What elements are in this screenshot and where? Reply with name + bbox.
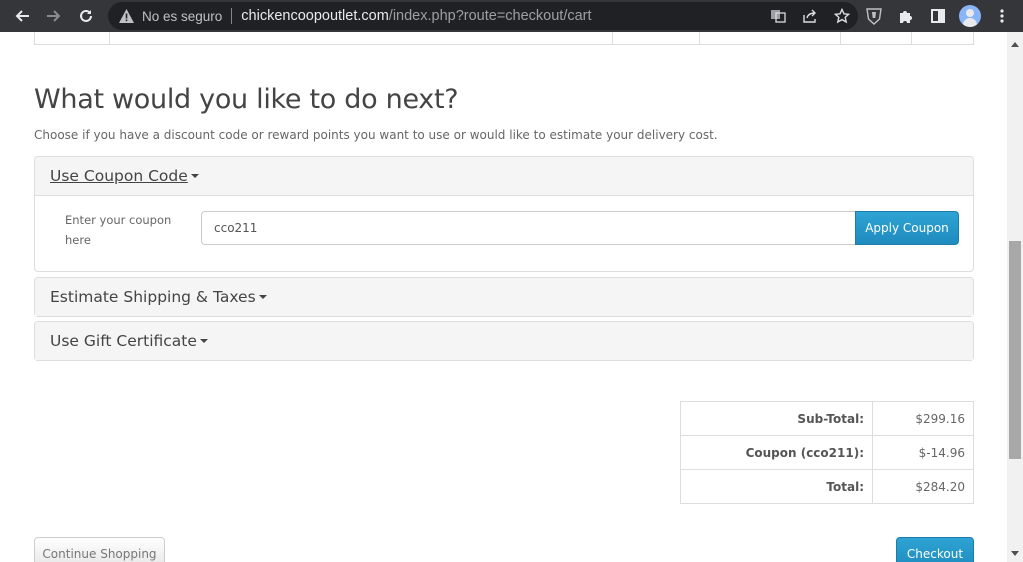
coupon-panel-heading[interactable]: Use Coupon Code [50, 167, 188, 185]
back-icon [15, 10, 29, 22]
coupon-panel-body: Enter your coupon here Apply Coupon [35, 195, 973, 271]
bookmark-star-icon[interactable] [826, 2, 858, 30]
back-button[interactable] [6, 0, 38, 32]
page-scrollbar[interactable] [1007, 32, 1023, 562]
continue-shopping-button[interactable]: Continue Shopping [34, 537, 165, 562]
table-divider [911, 32, 912, 44]
menu-kebab-icon[interactable] [986, 0, 1018, 32]
caret-down-icon [199, 339, 208, 343]
share-icon[interactable] [794, 2, 826, 30]
page-title: What would you like to do next? [34, 84, 459, 115]
extensions-puzzle-icon[interactable] [890, 0, 922, 32]
totals-value: $-14.96 [872, 435, 974, 470]
forward-button[interactable] [38, 0, 70, 32]
shipping-panel: Estimate Shipping & Taxes [34, 277, 974, 317]
shield-extension-icon[interactable] [858, 0, 890, 32]
totals-value: $284.20 [872, 469, 974, 504]
profile-avatar-icon [959, 5, 981, 27]
coupon-panel: Use Coupon Code Enter your coupon here A… [34, 156, 974, 272]
totals-table: Sub-Total: $299.16 Coupon (cco211): $-14… [680, 401, 974, 504]
totals-row-subtotal: Sub-Total: $299.16 [680, 401, 974, 436]
shipping-panel-toggle[interactable]: Estimate Shipping & Taxes [35, 278, 973, 316]
totals-label: Sub-Total: [680, 401, 873, 436]
totals-row-total: Total: $284.20 [680, 469, 974, 504]
table-divider [699, 32, 700, 44]
coupon-label: Enter your coupon here [65, 213, 172, 247]
gift-panel-heading[interactable]: Use Gift Certificate [50, 332, 197, 350]
scrollbar-thumb[interactable] [1009, 241, 1021, 459]
translate-icon[interactable] [762, 2, 794, 30]
checkout-button[interactable]: Checkout [896, 537, 974, 562]
coupon-input[interactable] [201, 211, 856, 245]
gift-certificate-panel: Use Gift Certificate [34, 321, 974, 361]
caret-down-icon [190, 174, 199, 178]
address-bar[interactable]: No es seguro chickencoopoutlet.com/index… [108, 2, 858, 30]
omnibox-divider [231, 8, 233, 24]
url-text[interactable]: chickencoopoutlet.com/index.php?route=ch… [241, 8, 591, 24]
scroll-up-arrow-icon[interactable] [1011, 42, 1019, 47]
page-subtitle: Choose if you have a discount code or re… [34, 128, 718, 142]
url-path: /index.php?route=checkout/cart [388, 8, 592, 24]
browser-toolbar: No es seguro chickencoopoutlet.com/index… [0, 0, 1023, 32]
caret-down-icon [258, 295, 267, 299]
table-divider [612, 32, 613, 44]
totals-label: Total: [680, 469, 873, 504]
totals-row-coupon: Coupon (cco211): $-14.96 [680, 435, 974, 470]
table-divider [109, 32, 110, 44]
warning-icon[interactable] [118, 8, 134, 24]
profile-button[interactable] [954, 0, 986, 32]
shipping-panel-heading[interactable]: Estimate Shipping & Taxes [50, 288, 256, 306]
scroll-down-arrow-icon[interactable] [1011, 551, 1019, 556]
reload-icon [80, 9, 92, 22]
forward-icon [47, 10, 61, 22]
totals-label: Coupon (cco211): [680, 435, 873, 470]
page-content: What would you like to do next? Choose i… [0, 32, 1007, 562]
totals-value: $299.16 [872, 401, 974, 436]
coupon-panel-toggle[interactable]: Use Coupon Code [35, 157, 973, 195]
table-divider [840, 32, 841, 44]
gift-panel-toggle[interactable]: Use Gift Certificate [35, 322, 973, 360]
reload-button[interactable] [70, 0, 102, 32]
cart-table-bottom [34, 32, 974, 45]
url-host: chickencoopoutlet.com [241, 8, 389, 24]
apply-coupon-button[interactable]: Apply Coupon [855, 211, 959, 245]
security-status[interactable]: No es seguro [142, 9, 222, 24]
side-panel-icon[interactable] [922, 0, 954, 32]
